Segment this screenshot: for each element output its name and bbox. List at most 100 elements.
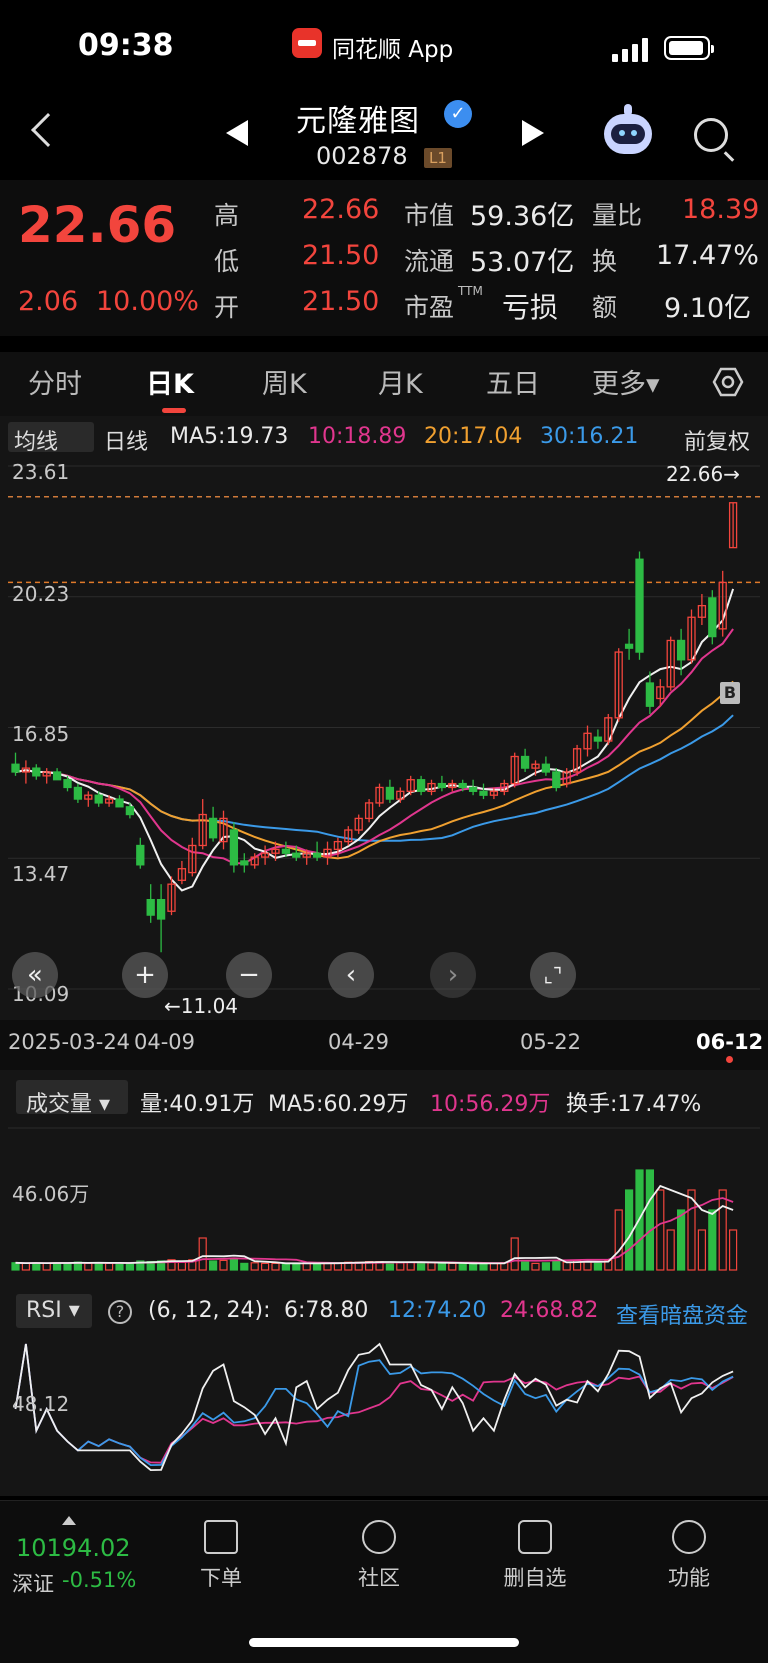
nav-community[interactable]: 社区 xyxy=(334,1520,424,1592)
last-price: 22.66 xyxy=(18,196,177,254)
volume-bar xyxy=(718,1189,727,1271)
fullscreen-icon[interactable]: ⌞⌝ xyxy=(530,952,576,998)
volume-turnover: 换手:17.47% xyxy=(566,1092,702,1117)
zoom-in-icon[interactable]: + xyxy=(122,952,168,998)
remove-watchlist-icon xyxy=(518,1520,552,1554)
next-stock-icon[interactable] xyxy=(522,120,544,146)
volume-bar xyxy=(469,1262,478,1271)
float-label: 流通 xyxy=(404,247,455,276)
home-indicator[interactable] xyxy=(249,1638,519,1647)
rewind-icon[interactable]: « xyxy=(12,952,58,998)
candle-body xyxy=(281,848,291,854)
volume-bar xyxy=(313,1262,322,1271)
volume-bar xyxy=(708,1209,717,1271)
back-icon[interactable] xyxy=(31,113,65,147)
volume-bar xyxy=(531,1262,540,1271)
tab-daily-k[interactable]: 日K xyxy=(146,362,194,401)
volume-bar xyxy=(177,1261,186,1271)
low-label: 低 xyxy=(214,247,240,276)
prev-stock-icon[interactable] xyxy=(226,120,248,146)
pe-value: 亏损 xyxy=(502,291,559,324)
volume-bar xyxy=(552,1261,561,1271)
volume-chart[interactable] xyxy=(0,1118,768,1278)
volume-bar xyxy=(583,1261,592,1271)
scroll-right-icon[interactable]: › xyxy=(430,952,476,998)
volume-bar xyxy=(520,1261,530,1271)
volume-bar xyxy=(261,1262,270,1271)
volume-bar xyxy=(250,1262,259,1271)
volume-bar xyxy=(645,1169,655,1271)
amount-label: 额 xyxy=(592,293,618,322)
tab-intraday[interactable]: 分时 xyxy=(28,362,82,401)
volume-bar xyxy=(417,1261,426,1271)
candle-body xyxy=(708,597,717,638)
high-label: 高 xyxy=(214,201,240,230)
scroll-left-icon[interactable]: ‹ xyxy=(328,952,374,998)
candle-body xyxy=(11,763,20,773)
candle-body xyxy=(552,771,561,789)
ma-selector-label: 均线 xyxy=(14,430,59,455)
rsi24-value: 24:68.82 xyxy=(500,1298,599,1323)
volume-bar xyxy=(614,1209,623,1271)
period-label: 日线 xyxy=(104,430,149,455)
status-app-name[interactable]: 同花顺 App xyxy=(332,30,453,64)
volume-bar xyxy=(84,1262,93,1271)
rsi12-line xyxy=(14,1343,734,1467)
search-icon[interactable] xyxy=(694,118,735,162)
dark-pool-link[interactable]: 查看暗盘资金 xyxy=(616,1298,748,1330)
volume-bar xyxy=(229,1258,238,1271)
candle-body xyxy=(479,790,488,796)
volume-value: 量:40.91万 xyxy=(140,1092,255,1117)
candle-body xyxy=(94,794,103,804)
volume-ma5: MA5:60.29万 xyxy=(268,1092,409,1117)
active-tab-indicator xyxy=(162,408,186,413)
high-value: 22.66 xyxy=(302,194,380,225)
volume-bar xyxy=(219,1259,228,1271)
volume-bar xyxy=(21,1262,30,1271)
date-label-4: 06-12 xyxy=(696,1030,764,1054)
volume-bar xyxy=(541,1262,551,1271)
tab-five-day[interactable]: 五日 xyxy=(486,362,540,401)
signal-icon xyxy=(612,36,652,62)
volume-bar xyxy=(292,1262,301,1271)
rsi-chart[interactable] xyxy=(0,1334,768,1484)
candle-body xyxy=(240,860,249,866)
tab-weekly-k[interactable]: 周K xyxy=(262,362,307,401)
index-value[interactable]: 10194.02 xyxy=(16,1534,131,1562)
status-time: 09:38 xyxy=(78,28,174,63)
volume-bar xyxy=(198,1237,207,1271)
rsi-help-icon[interactable]: ? xyxy=(108,1300,132,1324)
candle-body xyxy=(593,736,603,742)
volume-bar xyxy=(302,1262,311,1271)
ai-assistant-icon[interactable] xyxy=(604,104,652,154)
buy-signal-badge[interactable]: B xyxy=(720,682,740,704)
index-expand-icon[interactable] xyxy=(62,1516,76,1525)
volume-bar xyxy=(42,1262,51,1271)
low-value: 21.50 xyxy=(302,240,380,271)
volume-ma10: 10:56.29万 xyxy=(430,1092,551,1117)
y-label-2: 16.85 xyxy=(12,722,70,746)
nav-functions[interactable]: 功能 xyxy=(644,1520,734,1592)
float-value: 53.07亿 xyxy=(470,247,575,278)
adjust-mode[interactable]: 前复权 xyxy=(684,424,750,456)
volume-bar xyxy=(240,1262,249,1271)
pe-label: 市盈 xyxy=(404,293,455,322)
volume-bar xyxy=(489,1262,498,1271)
mktcap-label: 市值 xyxy=(404,201,455,230)
zoom-out-icon[interactable]: − xyxy=(226,952,272,998)
tab-more[interactable]: 更多▾ xyxy=(592,362,660,401)
tab-monthly-k[interactable]: 月K xyxy=(378,362,423,401)
candle-body xyxy=(312,852,322,858)
stock-code: 002878 xyxy=(316,142,408,170)
kline-chart[interactable] xyxy=(0,454,768,1020)
candle-body xyxy=(73,786,83,800)
date-label-1: 04-09 xyxy=(134,1030,196,1054)
turnover-label: 换 xyxy=(592,247,618,276)
rsi6-value: 6:78.80 xyxy=(284,1298,369,1323)
settings-icon[interactable] xyxy=(712,366,744,398)
nav-order[interactable]: 下单 xyxy=(176,1520,266,1592)
volratio-label: 量比 xyxy=(592,201,643,230)
volume-bar xyxy=(479,1262,488,1271)
nav-remove-watchlist[interactable]: 删自选 xyxy=(490,1520,580,1592)
volume-bar xyxy=(427,1262,436,1271)
